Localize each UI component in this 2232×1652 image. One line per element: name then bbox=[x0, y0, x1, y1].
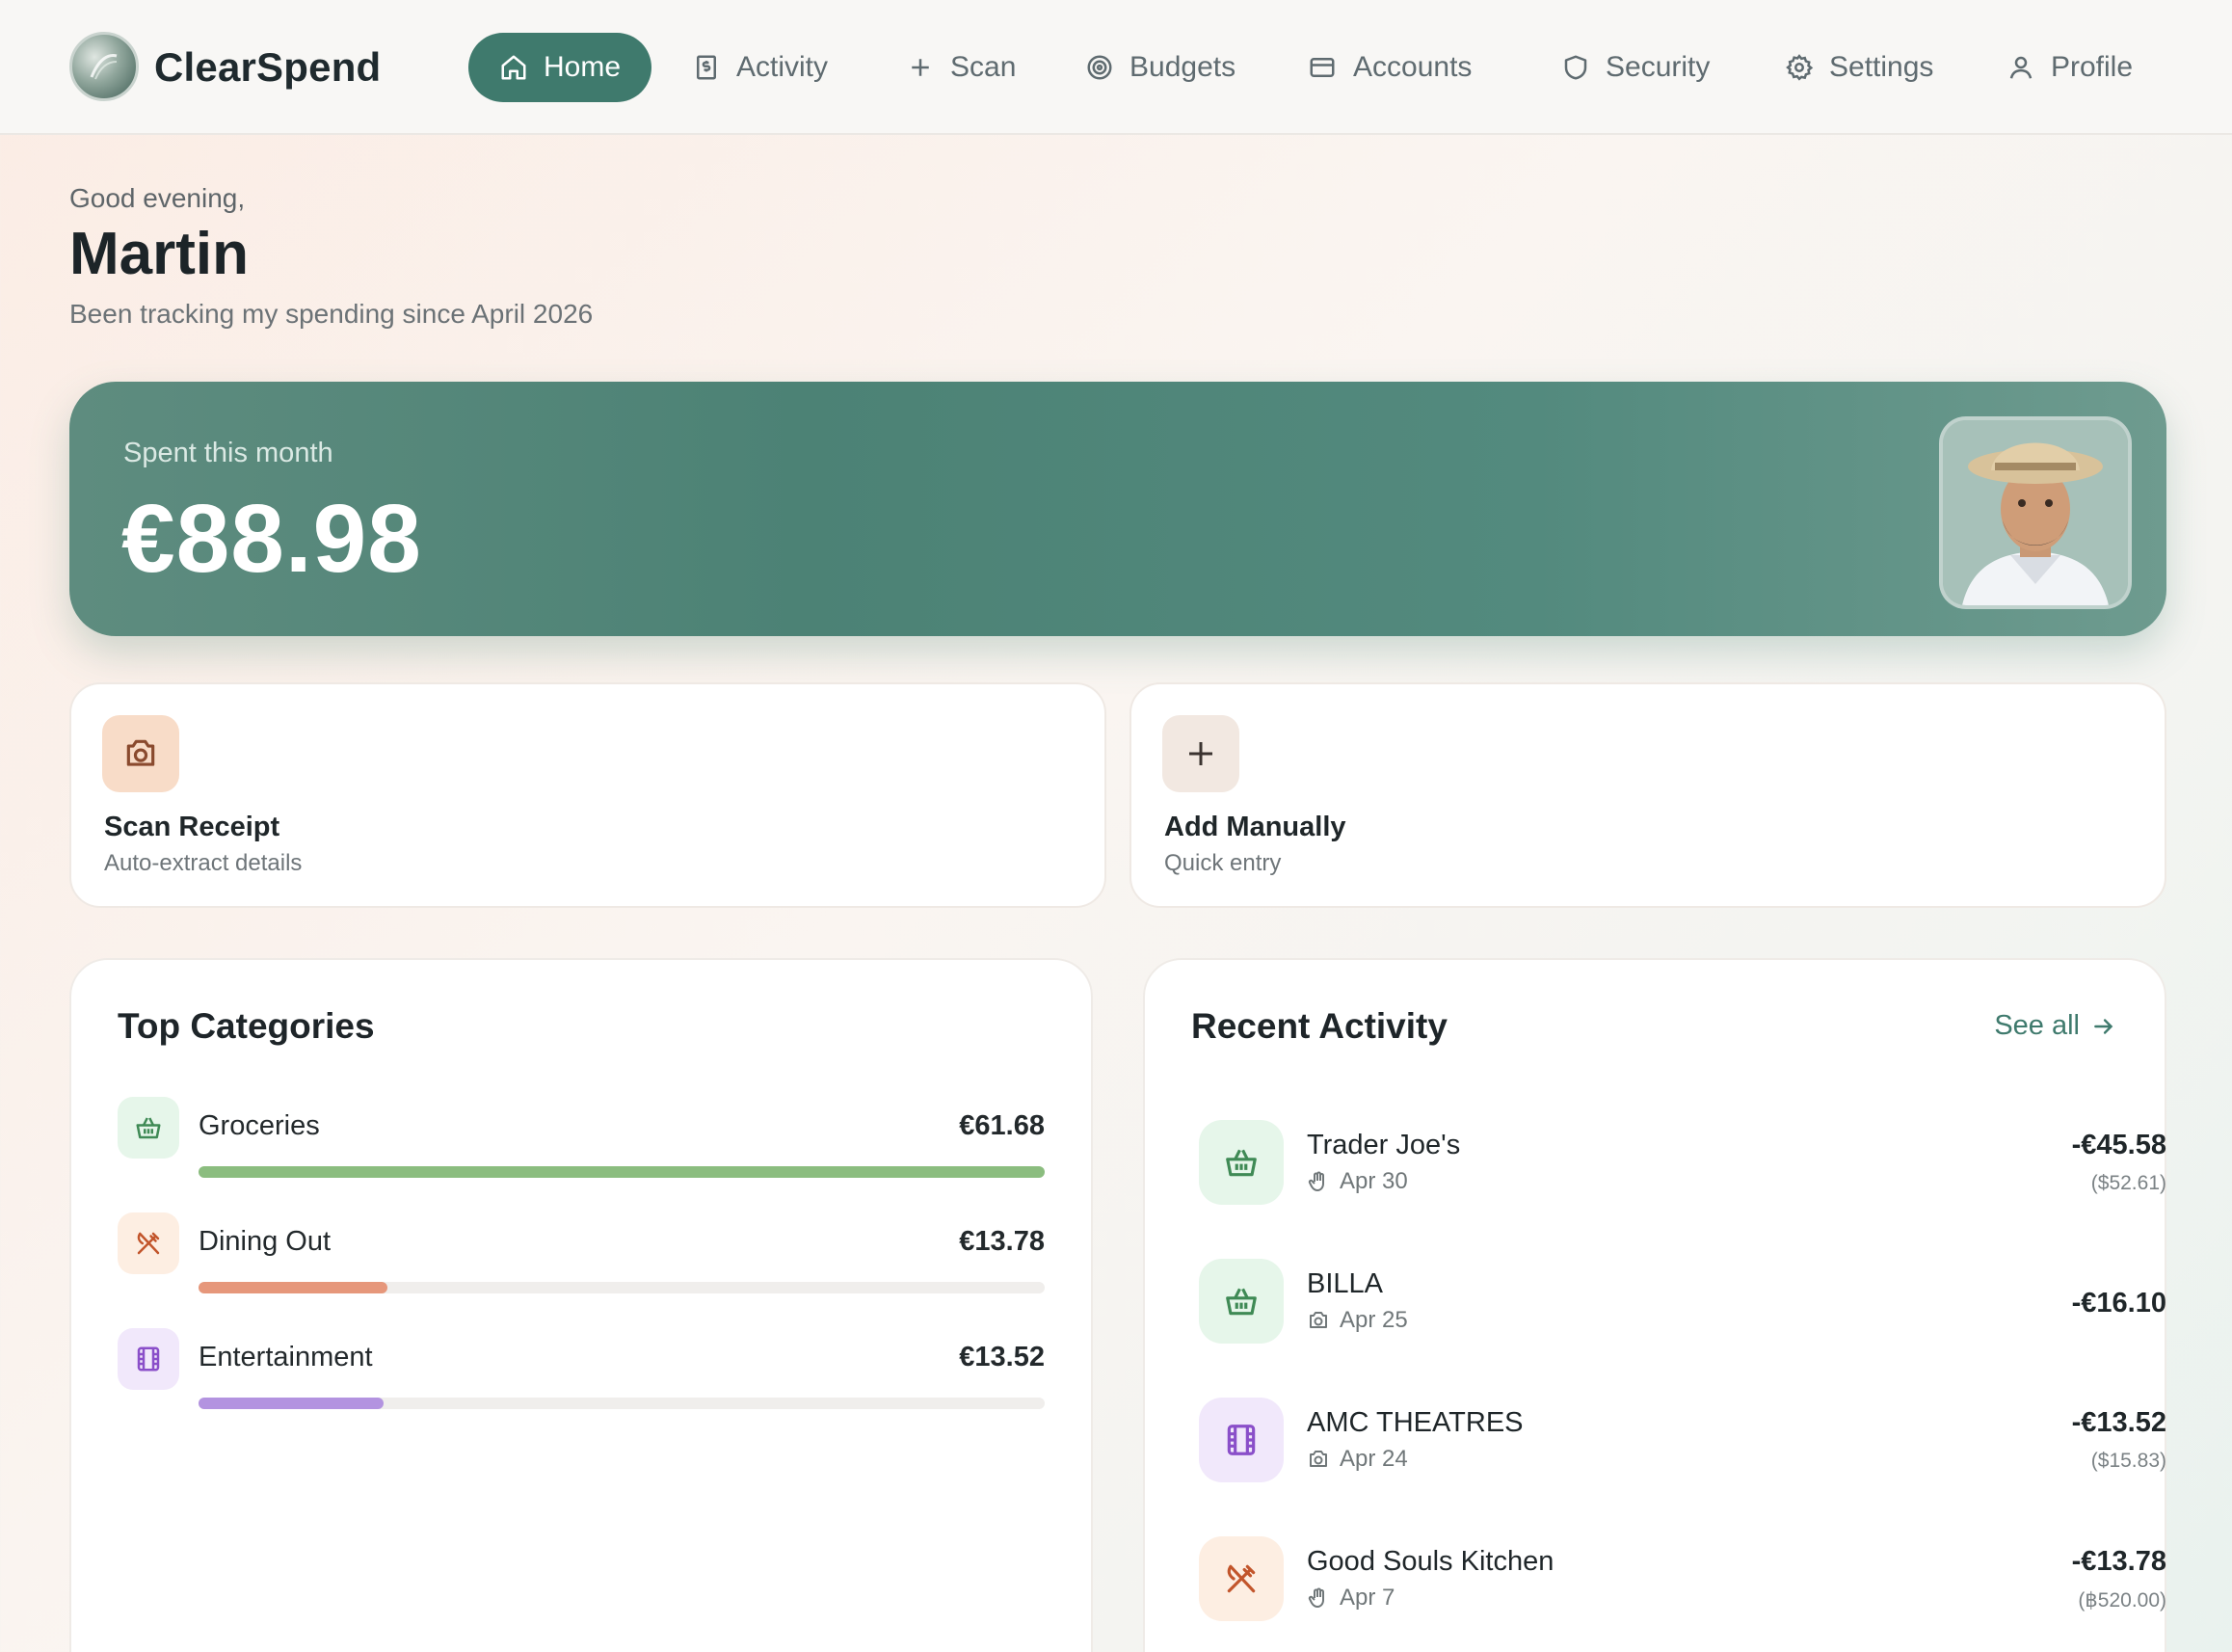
transaction-original-amount: ($15.83) bbox=[2090, 1450, 2166, 1472]
nav-settings-label: Settings bbox=[1829, 51, 1934, 83]
category-progress-track bbox=[199, 1166, 1045, 1178]
transaction-original-amount: (฿520.00) bbox=[2078, 1589, 2166, 1612]
transaction-meta: Apr 7 bbox=[1307, 1585, 1395, 1612]
spent-label: Spent this month bbox=[123, 438, 333, 468]
shield-icon bbox=[1564, 55, 1587, 80]
transaction-merchant: Trader Joe's bbox=[1307, 1130, 1461, 1160]
film-icon bbox=[118, 1328, 179, 1390]
logo-icon bbox=[69, 32, 139, 101]
user-icon bbox=[2009, 56, 2033, 79]
category-progress-track bbox=[199, 1282, 1045, 1293]
greeting-name: Martin bbox=[69, 221, 249, 287]
hand-icon bbox=[1308, 1587, 1324, 1608]
category-amount: €13.78 bbox=[959, 1226, 1045, 1257]
nav-home[interactable]: Home bbox=[468, 33, 652, 102]
transaction-date: Apr 7 bbox=[1340, 1585, 1395, 1611]
nav-activity[interactable]: Activity bbox=[692, 33, 828, 102]
spent-amount: €88.98 bbox=[121, 485, 422, 593]
category-amount: €13.52 bbox=[959, 1342, 1045, 1372]
basket-icon bbox=[118, 1097, 179, 1159]
add-manually-title: Add Manually bbox=[1164, 812, 1346, 842]
greeting-subtitle: Been tracking my spending since April 20… bbox=[69, 299, 594, 329]
nav-home-label: Home bbox=[544, 51, 622, 83]
nav-budgets-label: Budgets bbox=[1129, 51, 1236, 83]
camera-icon bbox=[1310, 1451, 1327, 1467]
scan-receipt-title: Scan Receipt bbox=[104, 812, 280, 842]
greeting-salutation: Good evening, bbox=[69, 183, 246, 213]
arrow-right-icon bbox=[2094, 1018, 2113, 1034]
add-manually-card[interactable]: Add Manually Quick entry bbox=[1129, 682, 2166, 908]
transaction-meta: Apr 25 bbox=[1307, 1307, 1408, 1334]
card-icon bbox=[1310, 58, 1335, 77]
home-icon bbox=[501, 55, 526, 80]
nav-profile-label: Profile bbox=[2051, 51, 2134, 83]
category-progress-fill bbox=[199, 1166, 1045, 1178]
nav-activity-label: Activity bbox=[736, 51, 829, 83]
camera-icon bbox=[1310, 1312, 1327, 1328]
transaction-original-amount: ($52.61) bbox=[2090, 1172, 2166, 1194]
nav-accounts[interactable]: Accounts bbox=[1307, 33, 1472, 102]
transaction-merchant: Good Souls Kitchen bbox=[1307, 1546, 1554, 1577]
category-row[interactable]: Groceries €61.68 bbox=[118, 1097, 1045, 1203]
target-icon bbox=[1087, 55, 1112, 80]
transaction-row[interactable]: AMC THEATRES Apr 24 -€13.52 ($15.83) bbox=[1199, 1398, 2166, 1494]
transaction-meta: Apr 30 bbox=[1307, 1168, 1408, 1195]
top-categories-panel: Top Categories Groceries €61.68 Dining O… bbox=[69, 958, 1093, 1652]
transaction-meta: Apr 24 bbox=[1307, 1446, 1408, 1473]
category-progress-fill bbox=[199, 1282, 387, 1293]
recent-activity-panel: Recent Activity See all Trader Joe's Apr… bbox=[1143, 958, 2166, 1652]
nav-scan-label: Scan bbox=[950, 51, 1017, 83]
recent-activity-title: Recent Activity bbox=[1191, 1006, 1448, 1046]
transaction-merchant: BILLA bbox=[1307, 1268, 1383, 1299]
scan-receipt-card[interactable]: Scan Receipt Auto-extract details bbox=[69, 682, 1106, 908]
category-progress-fill bbox=[199, 1398, 385, 1409]
transaction-merchant: AMC THEATRES bbox=[1307, 1407, 1524, 1438]
receipt-icon bbox=[697, 55, 716, 80]
transaction-amount: -€13.52 bbox=[2071, 1407, 2166, 1438]
avatar[interactable] bbox=[1939, 416, 2132, 609]
gear-icon bbox=[1786, 54, 1814, 81]
nav-security-label: Security bbox=[1606, 51, 1711, 83]
category-name: Groceries bbox=[199, 1110, 320, 1141]
top-nav-bar: ClearSpend Home Activity Scan Budgets Ac… bbox=[0, 0, 2232, 135]
category-amount: €61.68 bbox=[959, 1110, 1045, 1141]
app-name: ClearSpend bbox=[154, 44, 382, 90]
transaction-amount: -€45.58 bbox=[2071, 1130, 2166, 1160]
plus-icon bbox=[1162, 715, 1239, 792]
see-all-link[interactable]: See all bbox=[1994, 1010, 2116, 1042]
transaction-amount: -€16.10 bbox=[2071, 1288, 2166, 1319]
category-row[interactable]: Dining Out €13.78 bbox=[118, 1212, 1045, 1319]
nav-settings[interactable]: Settings bbox=[1785, 33, 1933, 102]
nav-profile[interactable]: Profile bbox=[2006, 33, 2133, 102]
transaction-date: Apr 24 bbox=[1340, 1446, 1408, 1472]
nav-accounts-label: Accounts bbox=[1353, 51, 1473, 83]
nav-scan[interactable]: Scan bbox=[906, 33, 1016, 102]
transaction-amount: -€13.78 bbox=[2071, 1546, 2166, 1577]
utensils-crossed-icon bbox=[118, 1212, 179, 1274]
plus-icon bbox=[912, 59, 929, 76]
camera-icon bbox=[102, 715, 179, 792]
see-all-label: See all bbox=[1994, 1010, 2080, 1041]
category-name: Dining Out bbox=[199, 1226, 332, 1257]
nav-security[interactable]: Security bbox=[1561, 33, 1710, 102]
add-manually-subtitle: Quick entry bbox=[1164, 850, 1282, 876]
top-categories-title: Top Categories bbox=[118, 1006, 375, 1046]
hand-icon bbox=[1308, 1171, 1324, 1191]
basket-icon bbox=[1199, 1120, 1284, 1205]
transaction-row[interactable]: Good Souls Kitchen Apr 7 -€13.78 (฿520.0… bbox=[1199, 1536, 2166, 1633]
transaction-date: Apr 30 bbox=[1340, 1168, 1408, 1194]
film-icon bbox=[1199, 1398, 1284, 1482]
transaction-row[interactable]: BILLA Apr 25 -€16.10 bbox=[1199, 1259, 2166, 1355]
category-name: Entertainment bbox=[199, 1342, 373, 1372]
transaction-date: Apr 25 bbox=[1340, 1307, 1408, 1333]
category-row[interactable]: Entertainment €13.52 bbox=[118, 1328, 1045, 1434]
nav-budgets[interactable]: Budgets bbox=[1085, 33, 1236, 102]
category-progress-track bbox=[199, 1398, 1045, 1409]
utensils-crossed-icon bbox=[1199, 1536, 1284, 1621]
transaction-row[interactable]: Trader Joe's Apr 30 -€45.58 ($52.61) bbox=[1199, 1120, 2166, 1216]
monthly-spend-card: Spent this month €88.98 bbox=[69, 382, 2166, 636]
basket-icon bbox=[1199, 1259, 1284, 1344]
scan-receipt-subtitle: Auto-extract details bbox=[104, 850, 303, 876]
